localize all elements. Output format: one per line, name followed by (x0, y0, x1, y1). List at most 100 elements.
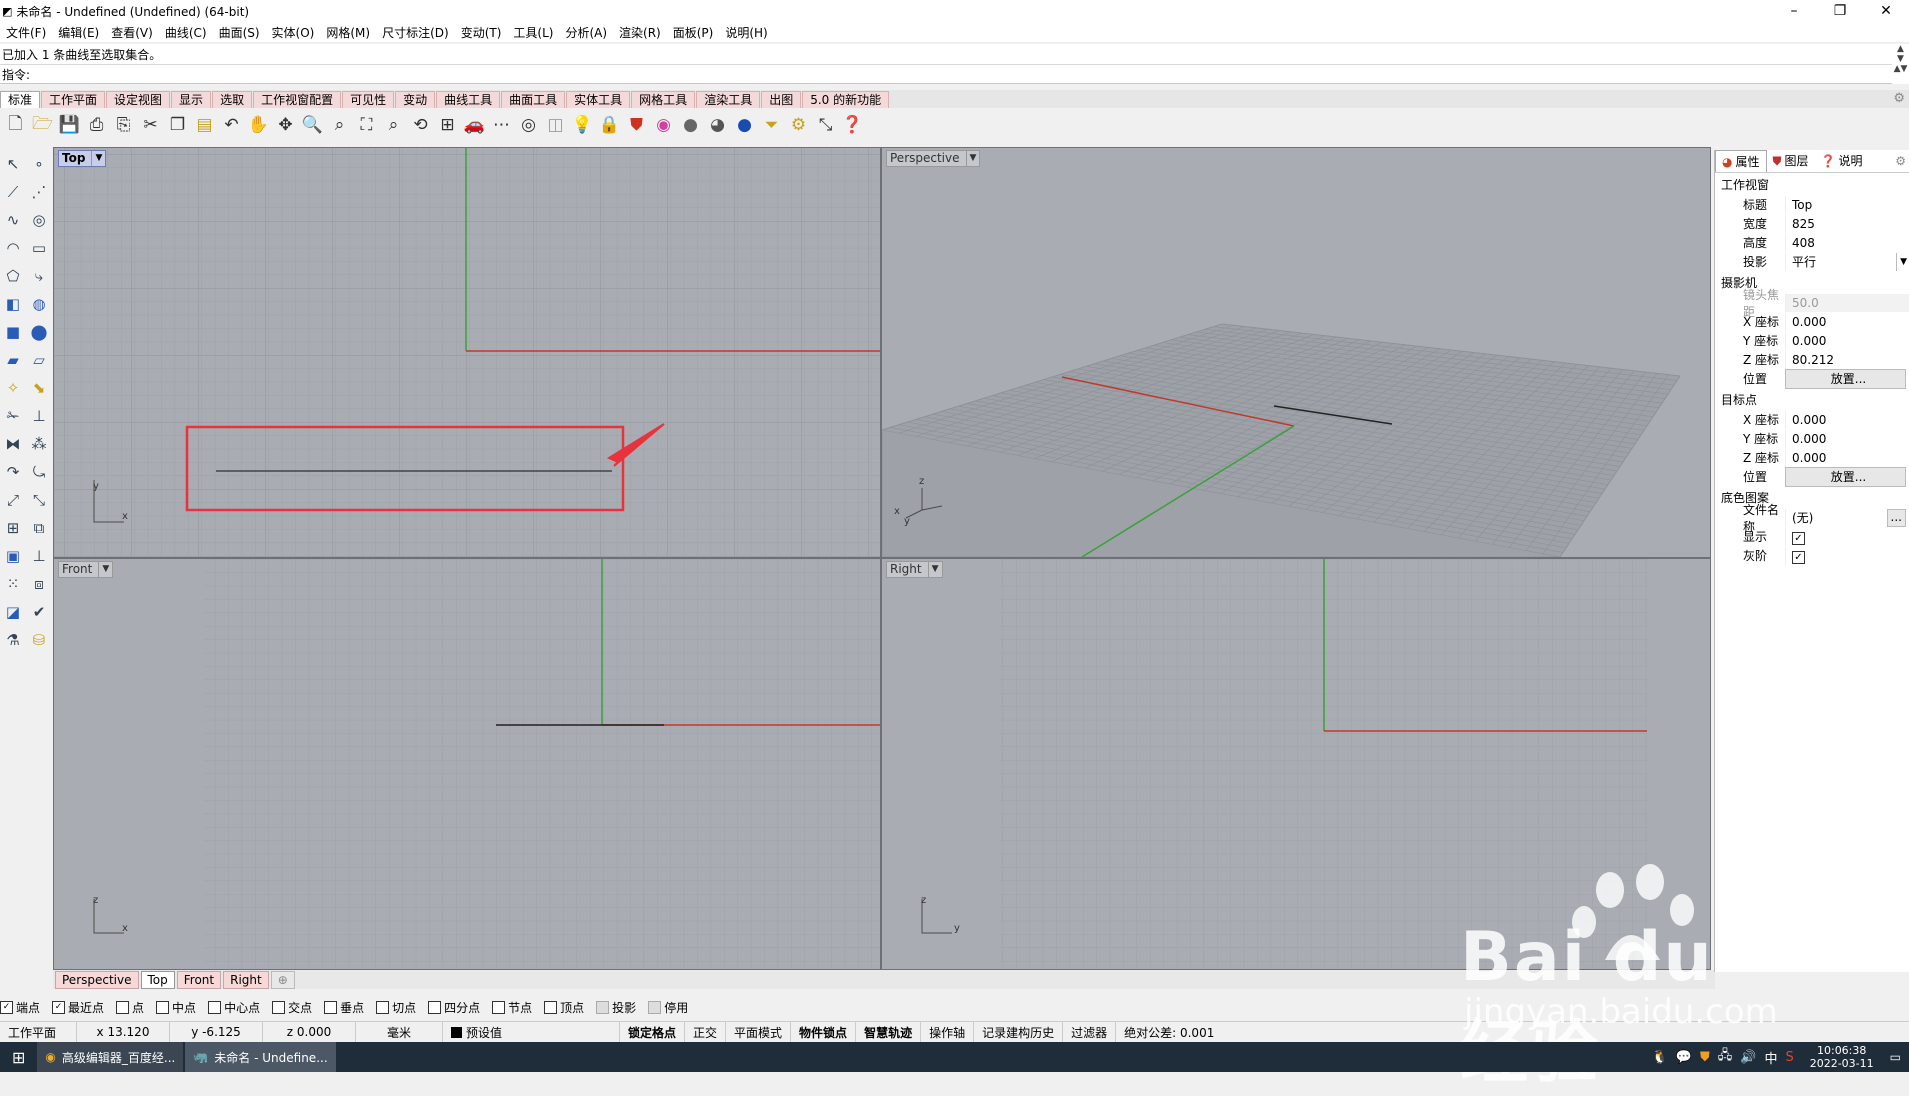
osnap-point[interactable]: 点 (116, 999, 144, 1016)
osnap-intersection[interactable]: 交点 (272, 999, 312, 1016)
offset-icon[interactable]: ↷ (0, 458, 26, 486)
vp-tab-right[interactable]: Right (223, 970, 269, 989)
tab-new-in-v5[interactable]: 5.0 的新功能 (802, 91, 890, 108)
filename-field[interactable]: (无)... (1785, 508, 1909, 527)
checkbox[interactable] (272, 1000, 286, 1014)
status-grid-snap[interactable]: 锁定格点 (620, 1022, 686, 1042)
menu-panels[interactable]: 面板(P) (667, 24, 720, 41)
circle-icon[interactable]: ◎ (515, 112, 542, 138)
maximize-button[interactable]: ❐ (1817, 0, 1863, 22)
explode-icon[interactable]: ⁂ (26, 430, 52, 458)
rotate-icon[interactable]: ⟲ (407, 112, 434, 138)
chevron-down-icon[interactable]: ▼ (927, 562, 939, 577)
sphere-blue-icon[interactable]: ● (731, 112, 758, 138)
select-icon[interactable]: ↖ (0, 150, 26, 178)
panel-gear-icon[interactable]: ⚙ (1895, 150, 1909, 172)
prop-value[interactable]: 0.000 (1785, 448, 1909, 467)
viewport-perspective[interactable]: z x y Perspective ▼ (881, 147, 1711, 558)
grid-array-icon[interactable]: ⁙ (0, 570, 26, 598)
viewport-top[interactable]: y x Top ▼ (53, 147, 881, 558)
group-icon[interactable]: ⧈ (26, 570, 52, 598)
sphere-grey-icon[interactable]: ● (677, 112, 704, 138)
osnap-end[interactable]: ✓ 端点 (0, 999, 40, 1016)
command-scrollbar[interactable]: ▲ ▼ ▲▼ (1892, 44, 1909, 84)
zoom-window-icon[interactable]: ⌕ (326, 112, 353, 138)
sogou-icon[interactable]: S (1785, 1050, 1793, 1065)
osnap-knot[interactable]: 节点 (492, 999, 532, 1016)
prop-value[interactable]: 0.000 (1785, 429, 1909, 448)
cut-icon[interactable]: ✂ (137, 112, 164, 138)
prop-value[interactable]: Top (1785, 195, 1909, 214)
checkbox[interactable] (596, 1000, 610, 1014)
panel-tab-layers[interactable]: ⛊ 图层 (1767, 150, 1815, 172)
fillet-curve-icon[interactable]: ⤷ (26, 262, 52, 290)
import-icon[interactable]: ⎘ (110, 112, 137, 138)
menu-solid[interactable]: 实体(O) (266, 24, 321, 41)
scale-icon[interactable]: ⤡ (26, 486, 52, 514)
status-osnap[interactable]: 物件锁点 (791, 1022, 857, 1042)
arrow-tool-icon[interactable]: ⬊ (26, 374, 52, 402)
checkbox[interactable] (324, 1000, 338, 1014)
vp-tab-perspective[interactable]: Perspective (55, 970, 139, 989)
menu-help[interactable]: 说明(H) (719, 24, 773, 41)
tab-visibility[interactable]: 可见性 (342, 91, 395, 108)
new-icon[interactable]: 🗋 (2, 112, 29, 138)
transform-icon[interactable]: ⤡ (812, 112, 839, 138)
pan-icon[interactable]: ✋ (245, 112, 272, 138)
tab-render-tools[interactable]: 渲染工具 (696, 91, 761, 108)
menu-tools[interactable]: 工具(L) (507, 24, 559, 41)
revolve-icon[interactable]: ◍ (26, 290, 52, 318)
prop-value[interactable]: 0.000 (1785, 331, 1909, 350)
circle-tool-icon[interactable]: ◎ (26, 206, 52, 234)
tab-curve-tools[interactable]: 曲线工具 (436, 91, 501, 108)
show-checkbox[interactable]: ✓ (1792, 531, 1805, 545)
point-icon[interactable]: ∘ (26, 150, 52, 178)
line-icon[interactable]: ⟋ (0, 178, 26, 206)
osnap-near[interactable]: ✓ 最近点 (52, 999, 104, 1016)
extrude-icon[interactable]: ▰ (0, 346, 26, 374)
open-icon[interactable]: 🗁 (29, 112, 56, 138)
shield-icon[interactable]: ⛊ (1700, 1050, 1710, 1065)
mesh-icon[interactable]: ⋯ (488, 112, 515, 138)
menu-surface[interactable]: 曲面(S) (213, 24, 266, 41)
panel-tab-help[interactable]: ❓ 说明 (1815, 150, 1869, 172)
tab-select[interactable]: 选取 (212, 91, 253, 108)
vp-tab-front[interactable]: Front (176, 970, 222, 989)
menu-edit[interactable]: 编辑(E) (52, 24, 105, 41)
render-icon[interactable]: ⚗ (0, 626, 26, 654)
prop-value[interactable]: 80.212 (1785, 350, 1909, 369)
checkbox[interactable] (156, 1000, 170, 1014)
tab-solid-tools[interactable]: 实体工具 (566, 91, 631, 108)
polygon-icon[interactable]: ⬠ (0, 262, 26, 290)
move-icon[interactable]: ⤢ (0, 486, 26, 514)
viewport-label-front[interactable]: Front ▼ (58, 561, 114, 578)
osnap-vertex[interactable]: 顶点 (544, 999, 584, 1016)
checkbox[interactable]: ✓ (52, 1000, 66, 1014)
status-gumball[interactable]: 操作轴 (921, 1022, 975, 1042)
viewport-label-top[interactable]: Top ▼ (58, 150, 107, 167)
viewport-label-perspective[interactable]: Perspective ▼ (886, 150, 981, 167)
windows-start-icon[interactable]: ⊞ (0, 1042, 37, 1072)
close-button[interactable]: ✕ (1863, 0, 1909, 22)
status-cplane[interactable]: 工作平面 (0, 1022, 77, 1042)
mirror-icon[interactable]: ⧉ (26, 514, 52, 542)
osnap-center[interactable]: 中心点 (208, 999, 260, 1016)
rotate-view-icon[interactable]: ✥ (272, 112, 299, 138)
tab-mesh-tools[interactable]: 网格工具 (631, 91, 696, 108)
vp-tab-top[interactable]: Top (140, 970, 175, 989)
osnap-quad[interactable]: 四分点 (428, 999, 480, 1016)
browse-button[interactable]: ... (1886, 508, 1906, 527)
menu-transform[interactable]: 变动(T) (455, 24, 508, 41)
menu-view[interactable]: 查看(V) (105, 24, 159, 41)
filter-icon[interactable]: ⏷ (758, 112, 785, 138)
tab-viewport-layout[interactable]: 工作视窗配置 (253, 91, 342, 108)
blend-icon[interactable]: ⤿ (26, 458, 52, 486)
tab-surface-tools[interactable]: 曲面工具 (501, 91, 566, 108)
viewport-front[interactable]: z x Front ▼ (53, 558, 881, 970)
place-target-button[interactable]: 放置... (1785, 466, 1906, 487)
toolbar-gear-icon[interactable]: ⚙ (1893, 91, 1905, 106)
projection-select[interactable]: 平行 ▼ (1785, 252, 1909, 271)
status-ortho[interactable]: 正交 (685, 1022, 727, 1042)
checkbox[interactable] (376, 1000, 390, 1014)
boolean-icon[interactable]: ✧ (0, 374, 26, 402)
